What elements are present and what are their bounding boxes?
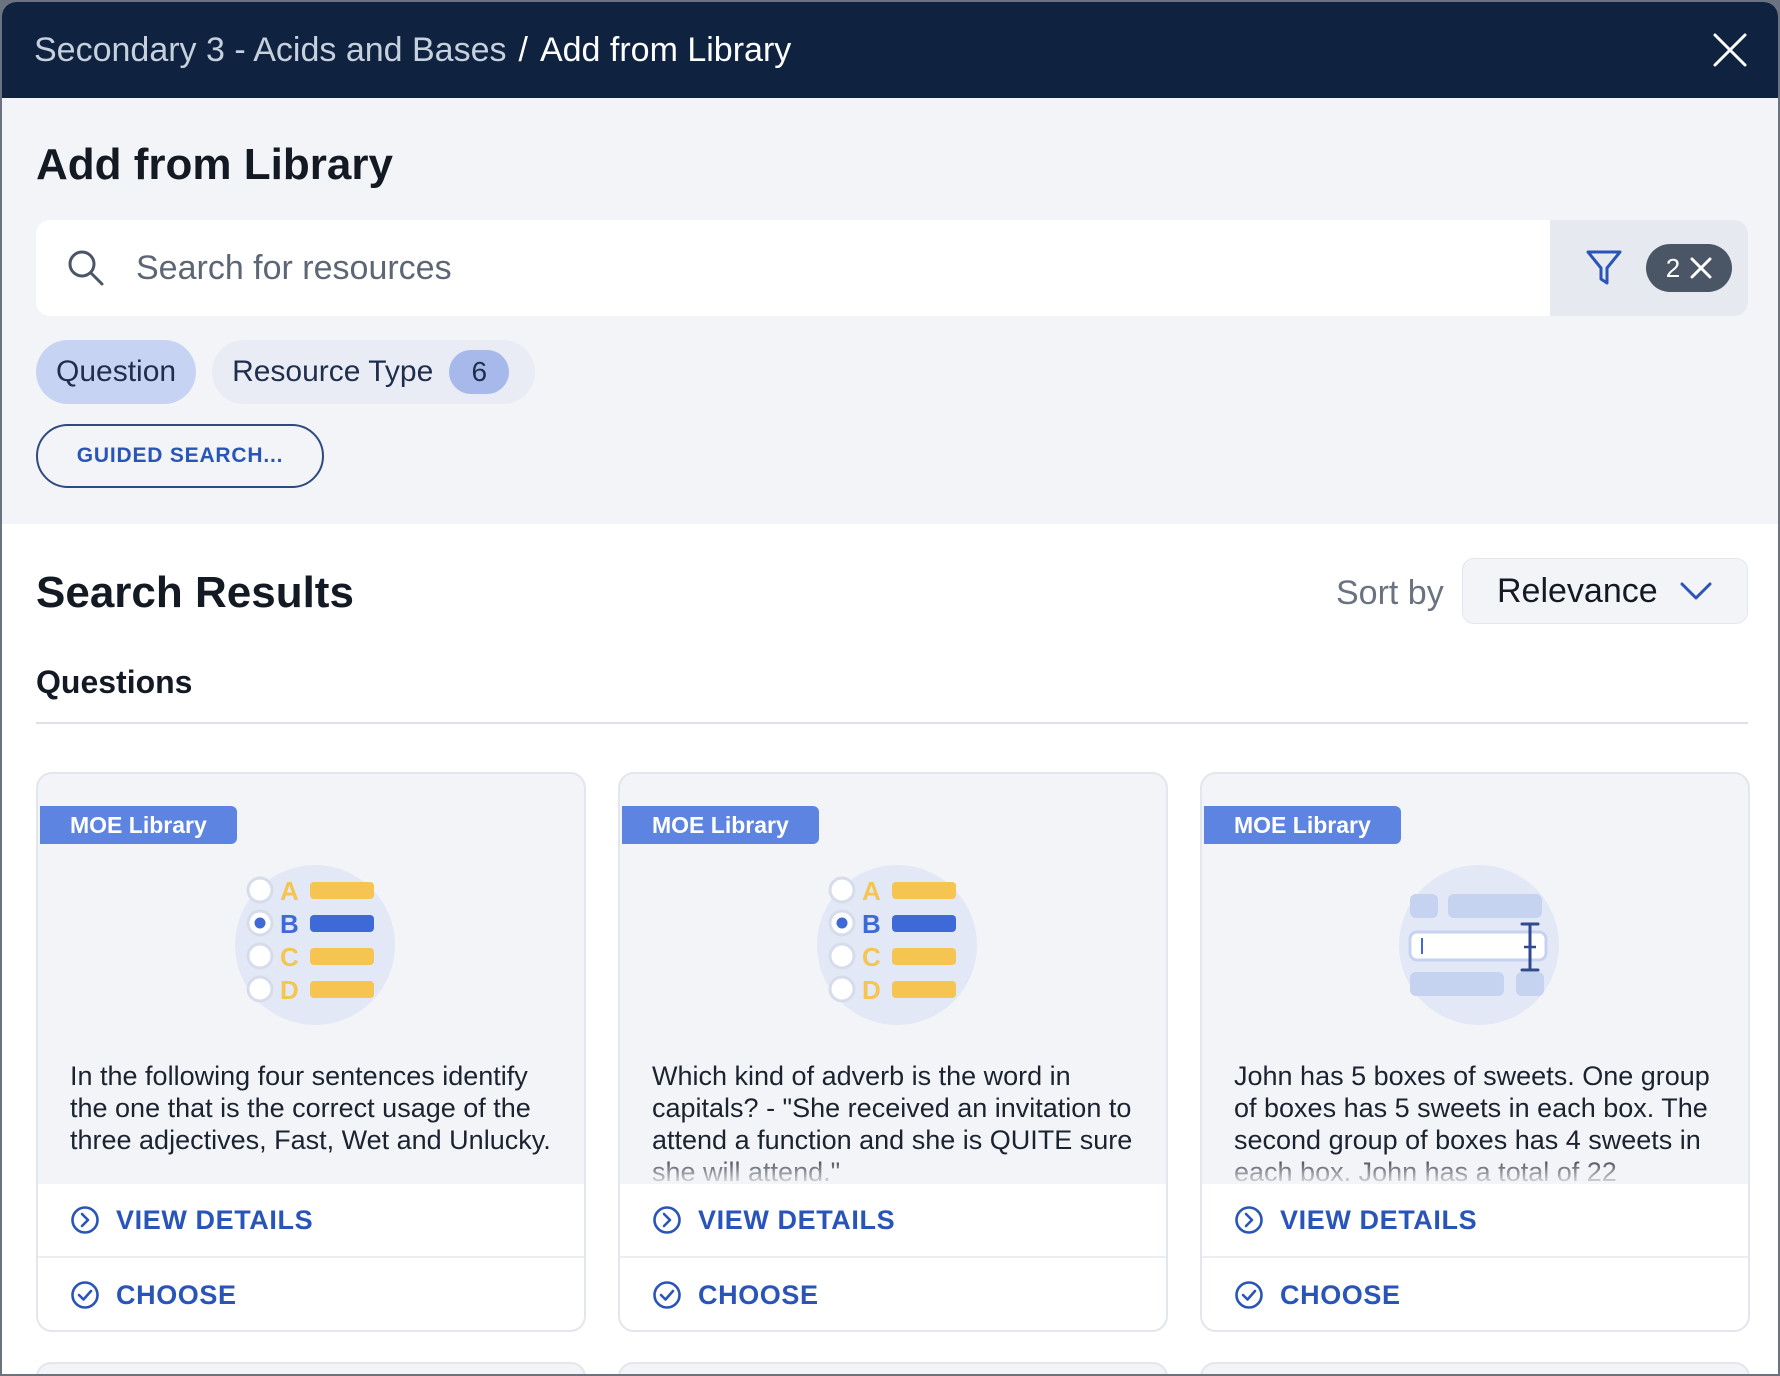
option-letter: A — [280, 876, 299, 906]
multiple-choice-icon: A B C D — [235, 865, 395, 1025]
view-details-label: VIEW DETAILS — [698, 1204, 896, 1235]
search-bar: 2 — [36, 220, 1748, 316]
library-modal: Secondary 3 - Acids and Bases / Add from… — [2, 2, 1778, 1374]
choose-label: CHOOSE — [1280, 1279, 1401, 1310]
view-details-button[interactable]: VIEW DETAILS — [1202, 1184, 1748, 1258]
option-letter: A — [862, 876, 881, 906]
guided-search-button[interactable]: GUIDED SEARCH... — [36, 424, 324, 488]
option-letter: B — [862, 909, 881, 939]
close-icon[interactable] — [1712, 32, 1748, 68]
breadcrumb-separator: / — [518, 30, 528, 69]
filter-count-value: 2 — [1665, 252, 1681, 283]
filter-icon[interactable] — [1586, 249, 1622, 287]
chip-label: Question — [56, 355, 177, 388]
option-letter: D — [280, 975, 299, 1005]
text-fade — [1202, 1154, 1748, 1184]
text-fade — [38, 1154, 584, 1184]
modal-header: Secondary 3 - Acids and Bases / Add from… — [2, 2, 1778, 98]
clear-filters-icon[interactable] — [1690, 257, 1712, 279]
chevron-circle-icon — [1235, 1206, 1263, 1234]
result-card-partial — [618, 1362, 1168, 1374]
choose-button[interactable]: CHOOSE — [1202, 1258, 1748, 1330]
view-details-button[interactable]: VIEW DETAILS — [38, 1184, 584, 1258]
search-panel: Add from Library 2 — [2, 98, 1778, 524]
chevron-circle-icon — [71, 1206, 99, 1234]
check-circle-icon — [1235, 1281, 1263, 1309]
choose-label: CHOOSE — [116, 1279, 237, 1310]
page-title: Add from Library — [36, 140, 393, 189]
breadcrumb: Secondary 3 - Acids and Bases / Add from… — [34, 31, 791, 70]
option-letter: B — [280, 909, 299, 939]
results-grid: MOE Library A B C D In the following fou… — [36, 772, 1750, 1332]
choose-button[interactable]: CHOOSE — [38, 1258, 584, 1330]
filter-chips: Question Resource Type 6 — [36, 340, 536, 404]
result-card: MOE Library John has 5 boxes of sweets. … — [1200, 772, 1750, 1332]
result-card: MOE Library A B C D In the following fou… — [36, 772, 586, 1332]
check-circle-icon — [653, 1281, 681, 1309]
result-card-partial — [36, 1362, 586, 1374]
chip-label: Resource Type — [232, 355, 434, 388]
source-tag: MOE Library — [622, 806, 819, 844]
text-fade — [620, 1154, 1166, 1184]
sort-dropdown[interactable]: Relevance — [1462, 558, 1748, 624]
chip-question[interactable]: Question — [36, 340, 197, 404]
source-tag: MOE Library — [40, 806, 237, 844]
view-details-button[interactable]: VIEW DETAILS — [620, 1184, 1166, 1258]
option-letter: C — [862, 942, 881, 972]
section-label: Questions — [36, 664, 193, 700]
next-results-row — [36, 1362, 1750, 1374]
fill-in-blank-icon — [1399, 865, 1559, 1025]
result-card: MOE Library A B C D Which kind of adverb… — [618, 772, 1168, 1332]
search-icon — [36, 220, 136, 316]
chip-resource-type[interactable]: Resource Type 6 — [212, 340, 536, 404]
breadcrumb-current: Add from Library — [539, 30, 792, 69]
result-card-partial — [1200, 1362, 1750, 1374]
option-letter: D — [862, 975, 881, 1005]
card-actions: VIEW DETAILS CHOOSE — [620, 1184, 1166, 1330]
chevron-circle-icon — [653, 1206, 681, 1234]
choose-label: CHOOSE — [698, 1279, 819, 1310]
choose-button[interactable]: CHOOSE — [620, 1258, 1166, 1330]
option-letter: C — [280, 942, 299, 972]
chevron-down-icon — [1680, 582, 1712, 600]
view-details-label: VIEW DETAILS — [116, 1204, 314, 1235]
sort-value: Relevance — [1497, 571, 1658, 610]
view-details-label: VIEW DETAILS — [1280, 1204, 1478, 1235]
section-divider — [36, 722, 1748, 724]
breadcrumb-parent[interactable]: Secondary 3 - Acids and Bases — [34, 31, 507, 70]
results-heading: Search Results — [36, 568, 354, 617]
card-actions: VIEW DETAILS CHOOSE — [1202, 1184, 1748, 1330]
search-input[interactable] — [136, 220, 1550, 316]
active-filter-count[interactable]: 2 — [1646, 244, 1732, 292]
card-actions: VIEW DETAILS CHOOSE — [38, 1184, 584, 1330]
source-tag: MOE Library — [1204, 806, 1401, 844]
check-circle-icon — [71, 1281, 99, 1309]
sort-label: Sort by — [1336, 574, 1444, 612]
filter-area: 2 — [1550, 220, 1748, 316]
multiple-choice-icon: A B C D — [817, 865, 977, 1025]
chip-count-badge: 6 — [449, 350, 510, 394]
